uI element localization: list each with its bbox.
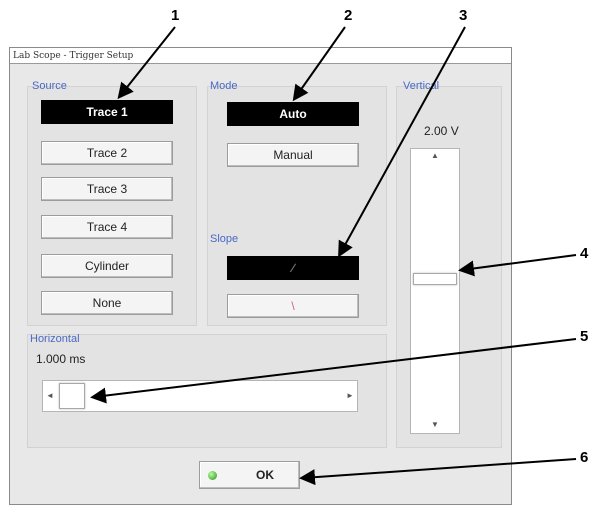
callout-3: 3 — [459, 7, 468, 24]
callout-5: 5 — [580, 328, 589, 345]
callout-4: 4 — [580, 245, 589, 262]
callout-4-leader — [458, 254, 577, 277]
callout-1-leader — [117, 26, 176, 100]
callout-6-leader — [299, 458, 577, 486]
callout-leaders — [90, 26, 577, 486]
callout-5-leader — [90, 338, 577, 404]
callout-1: 1 — [171, 7, 180, 24]
callout-3-leader — [338, 26, 466, 258]
callout-2: 2 — [344, 7, 353, 24]
callout-2-leader — [292, 26, 346, 102]
callout-6: 6 — [580, 449, 589, 466]
